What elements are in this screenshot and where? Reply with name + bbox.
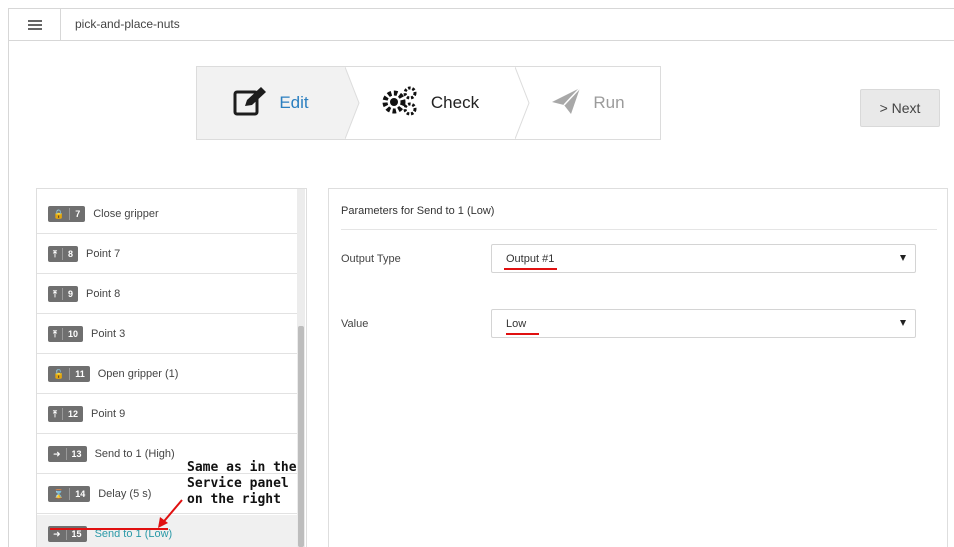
wizard-steps: Edit Check Run	[196, 66, 661, 140]
output-icon: ➜	[53, 448, 61, 459]
step-run-label: Run	[593, 93, 625, 112]
pin-icon: ⤒	[53, 288, 57, 299]
list-item[interactable]: 🔒 7 Close gripper	[37, 195, 297, 234]
pin-icon: ⤒	[53, 408, 57, 419]
edit-icon	[233, 86, 267, 121]
list-item-label: Open gripper (1)	[97, 368, 179, 380]
hamburger-icon	[27, 19, 42, 30]
parameters-header: Parameters for Send to 1 (Low)	[341, 205, 495, 217]
list-item[interactable]: ⤒ 8 Point 7	[37, 235, 297, 274]
annotation-note: Same as in the Service panel on the righ…	[187, 460, 297, 507]
scrollbar-thumb[interactable]	[298, 326, 304, 547]
next-button[interactable]: > Next	[860, 89, 940, 127]
list-item[interactable]: ⤒ 10 Point 3	[37, 315, 297, 354]
annotation-underline	[506, 333, 539, 335]
step-badge: ⤒ 8	[48, 246, 78, 262]
step-check[interactable]: Check	[345, 67, 515, 139]
paper-plane-icon	[551, 86, 581, 120]
lock-icon: 🔒	[53, 208, 65, 219]
unlock-icon: 🔓	[53, 368, 65, 379]
value-value: Low	[506, 317, 527, 330]
annotation-underline	[504, 268, 557, 270]
annotation-arrow	[158, 499, 183, 528]
output-icon: ➜	[53, 528, 61, 539]
parameters-panel: Parameters for Send to 1 (Low) Output Ty…	[328, 188, 948, 547]
menu-button[interactable]	[9, 9, 61, 40]
step-edit-label: Edit	[279, 93, 309, 112]
list-item-label: Point 9	[91, 408, 126, 420]
step-check-label: Check	[430, 93, 480, 112]
step-badge: 🔓 11	[48, 366, 90, 382]
step-badge: ⤒ 12	[48, 406, 83, 422]
list-item-label: Send to 1 (High)	[94, 448, 175, 460]
gears-icon	[381, 85, 419, 122]
list-item-label: Point 8	[86, 288, 121, 300]
list-item[interactable]: ⤒ 9 Point 8	[37, 275, 297, 314]
app-title: pick-and-place-nuts	[75, 17, 180, 31]
value-select[interactable]: Low	[491, 309, 916, 338]
list-item-label: Close gripper	[93, 208, 159, 220]
hourglass-icon: ⌛	[53, 488, 65, 499]
value-label: Value	[341, 318, 369, 330]
step-badge: ➜ 13	[48, 446, 87, 462]
output-type-label: Output Type	[341, 253, 401, 265]
list-item[interactable]: ⤒ 12 Point 9	[37, 395, 297, 434]
caret-down-icon	[900, 320, 906, 326]
step-badge: ⌛ 14	[48, 486, 91, 502]
step-badge: ⤒ 9	[48, 286, 78, 302]
list-item[interactable]: 🔓 11 Open gripper (1)	[37, 355, 297, 394]
pin-icon: ⤒	[53, 328, 57, 339]
output-type-value: Output #1	[506, 252, 555, 265]
list-item-label: Point 7	[86, 248, 121, 260]
step-run: Run	[515, 67, 661, 139]
step-edit[interactable]: Edit	[197, 67, 345, 139]
list-item-label: Point 3	[91, 328, 126, 340]
list-item-label: Delay (5 s)	[98, 488, 152, 500]
divider	[341, 229, 937, 230]
step-badge: ⤒ 10	[48, 326, 83, 342]
title-bar: pick-and-place-nuts	[8, 8, 954, 41]
step-badge: 🔒 7	[48, 206, 86, 222]
top-strip	[0, 0, 954, 8]
pin-icon: ⤒	[53, 248, 57, 259]
caret-down-icon	[900, 255, 906, 261]
